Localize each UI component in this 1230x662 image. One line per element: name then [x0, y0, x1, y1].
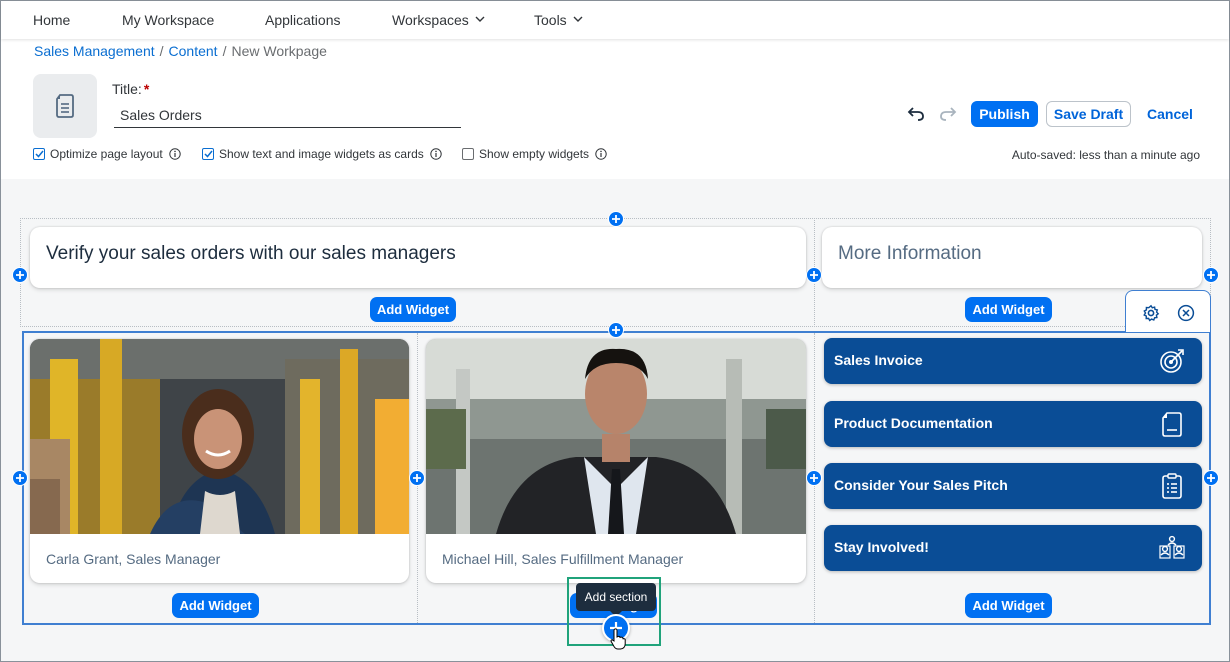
- nav-home[interactable]: Home: [33, 12, 70, 28]
- tile-label: Consider Your Sales Pitch: [834, 477, 1008, 493]
- chevron-down-icon: [573, 15, 583, 23]
- chevron-down-icon: [475, 15, 485, 23]
- add-column-plus-icon[interactable]: [806, 470, 822, 486]
- info-icon[interactable]: [595, 148, 607, 160]
- tile-product-documentation[interactable]: Product Documentation: [824, 401, 1202, 447]
- title-label-text: Title:: [112, 81, 142, 97]
- people-network-icon: [1159, 535, 1185, 559]
- add-column-plus-icon[interactable]: [806, 267, 822, 283]
- option-optimize-layout[interactable]: Optimize page layout: [33, 147, 181, 161]
- add-column-plus-icon[interactable]: [1203, 470, 1219, 486]
- add-widget-button[interactable]: Add Widget: [172, 593, 259, 618]
- person-caption: Carla Grant, Sales Manager: [46, 551, 221, 567]
- headline-text: Verify your sales orders with our sales …: [46, 243, 456, 264]
- add-column-plus-icon[interactable]: [12, 267, 28, 283]
- more-information-card[interactable]: More Information: [822, 227, 1202, 288]
- title-label: Title: *: [112, 81, 149, 97]
- photo-michael-hill: [426, 339, 806, 534]
- option-show-cards[interactable]: Show text and image widgets as cards: [202, 147, 442, 161]
- title-input[interactable]: [114, 102, 461, 128]
- person-caption: Michael Hill, Sales Fulfillment Manager: [442, 551, 684, 567]
- cancel-button[interactable]: Cancel: [1139, 101, 1201, 127]
- tile-label: Sales Invoice: [834, 352, 923, 368]
- option-show-empty[interactable]: Show empty widgets: [462, 147, 607, 161]
- add-column-plus-icon[interactable]: [409, 470, 425, 486]
- save-draft-button[interactable]: Save Draft: [1046, 101, 1131, 127]
- nav-tools[interactable]: Tools: [534, 12, 583, 28]
- breadcrumb-sales-management[interactable]: Sales Management: [34, 43, 155, 59]
- nav-tools-label: Tools: [534, 12, 567, 28]
- breadcrumb: Sales Management / Content / New Workpage: [34, 43, 327, 59]
- tile-label: Product Documentation: [834, 415, 993, 431]
- document-icon: [56, 94, 74, 118]
- breadcrumb-content[interactable]: Content: [169, 43, 218, 59]
- section-toolbar: [1125, 290, 1211, 332]
- add-column-plus-icon[interactable]: [1203, 267, 1219, 283]
- checkbox-unchecked[interactable]: [462, 148, 474, 160]
- target-icon: [1160, 349, 1184, 373]
- nav-workspaces[interactable]: Workspaces: [392, 12, 485, 28]
- required-mark: *: [143, 81, 150, 97]
- nav-applications[interactable]: Applications: [265, 12, 341, 28]
- add-column-plus-icon[interactable]: [12, 470, 28, 486]
- option-optimize-layout-label: Optimize page layout: [50, 147, 163, 161]
- nav-my-workspace[interactable]: My Workspace: [122, 12, 214, 28]
- breadcrumb-separator: /: [159, 43, 164, 59]
- add-widget-button[interactable]: Add Widget: [370, 297, 456, 322]
- option-show-cards-label: Show text and image widgets as cards: [219, 147, 424, 161]
- autosave-status: Auto-saved: less than a minute ago: [1011, 148, 1200, 162]
- clipboard-list-icon: [1162, 473, 1182, 499]
- hand-cursor-icon: [610, 628, 626, 650]
- close-icon[interactable]: [1175, 302, 1197, 324]
- redo-icon[interactable]: [937, 103, 959, 125]
- page-header: Sales Management / Content / New Workpage Ti…: [1, 39, 1229, 179]
- document-icon: [1162, 412, 1182, 437]
- breadcrumb-separator: /: [222, 43, 227, 59]
- tile-consider-sales-pitch[interactable]: Consider Your Sales Pitch: [824, 463, 1202, 509]
- tile-label: Stay Involved!: [834, 539, 929, 555]
- settings-icon[interactable]: [1140, 302, 1162, 324]
- add-section-plus-icon[interactable]: [608, 211, 624, 227]
- info-icon[interactable]: [169, 148, 181, 160]
- page-icon: [33, 74, 97, 138]
- undo-icon[interactable]: [905, 103, 927, 125]
- checkbox-checked[interactable]: [33, 148, 45, 160]
- person-card-carla[interactable]: Carla Grant, Sales Manager: [30, 339, 409, 583]
- person-card-michael[interactable]: Michael Hill, Sales Fulfillment Manager: [426, 339, 806, 583]
- breadcrumb-current: New Workpage: [231, 43, 327, 59]
- more-information-text: More Information: [838, 243, 982, 264]
- option-show-empty-label: Show empty widgets: [479, 147, 590, 161]
- headline-card[interactable]: Verify your sales orders with our sales …: [30, 227, 806, 288]
- photo-carla-grant: [30, 339, 409, 534]
- top-navigation: Home My Workspace Applications Workspace…: [1, 1, 1229, 39]
- nav-workspaces-label: Workspaces: [392, 12, 469, 28]
- checkbox-checked[interactable]: [202, 148, 214, 160]
- info-icon[interactable]: [430, 148, 442, 160]
- add-widget-button[interactable]: Add Widget: [965, 297, 1052, 322]
- tile-sales-invoice[interactable]: Sales Invoice: [824, 338, 1202, 384]
- add-section-plus-icon[interactable]: [608, 322, 624, 338]
- tile-stay-involved[interactable]: Stay Involved!: [824, 525, 1202, 571]
- publish-button[interactable]: Publish: [971, 101, 1038, 127]
- add-widget-button[interactable]: Add Widget: [965, 593, 1052, 618]
